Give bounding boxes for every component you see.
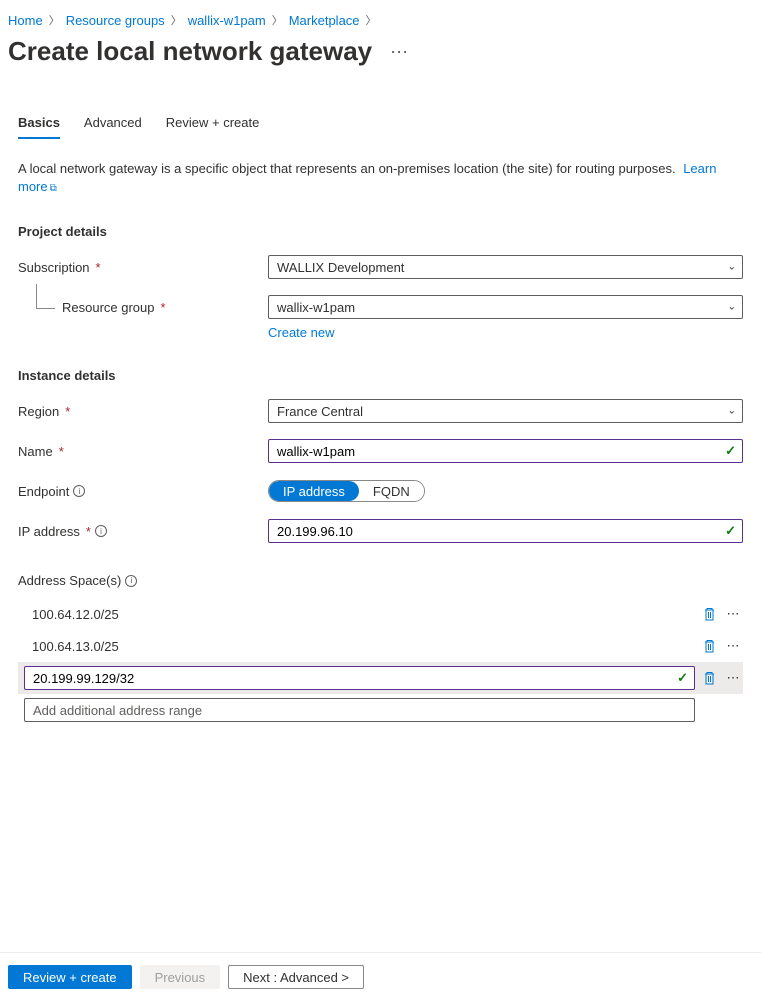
tab-review[interactable]: Review + create xyxy=(166,111,260,138)
address-space-row-editing: ✓ ⋯ xyxy=(18,662,743,694)
subscription-select[interactable]: WALLIX Development ⌄ xyxy=(268,255,743,279)
ip-address-input-wrap: ✓ xyxy=(268,519,743,543)
tab-basics[interactable]: Basics xyxy=(18,111,60,138)
breadcrumb-link[interactable]: Marketplace xyxy=(289,13,360,28)
previous-button: Previous xyxy=(140,965,221,989)
page-title: Create local network gateway xyxy=(8,36,372,67)
review-create-button[interactable]: Review + create xyxy=(8,965,132,989)
delete-icon[interactable] xyxy=(699,604,719,624)
next-button[interactable]: Next : Advanced > xyxy=(228,965,364,989)
ip-address-input[interactable] xyxy=(277,520,718,542)
info-icon[interactable]: i xyxy=(73,485,85,497)
endpoint-ip-option[interactable]: IP address xyxy=(269,481,359,501)
chevron-right-icon: 〉 xyxy=(171,12,182,28)
region-label: Region* xyxy=(18,404,268,419)
footer: Review + create Previous Next : Advanced… xyxy=(0,952,761,1001)
checkmark-icon: ✓ xyxy=(725,523,736,539)
resource-group-select[interactable]: wallix-w1pam ⌄ xyxy=(268,295,743,319)
more-icon[interactable]: ⋯ xyxy=(723,604,743,624)
address-space-add-input[interactable] xyxy=(31,702,688,719)
info-icon[interactable]: i xyxy=(95,525,107,537)
more-icon[interactable]: ⋯ xyxy=(723,668,743,688)
subscription-label: Subscription* xyxy=(18,260,268,275)
create-new-link[interactable]: Create new xyxy=(268,325,334,340)
resource-group-label: Resource group* xyxy=(18,300,268,315)
address-space-input-wrap: ✓ xyxy=(24,666,695,690)
chevron-down-icon: ⌄ xyxy=(728,262,736,273)
chevron-right-icon: 〉 xyxy=(49,12,60,28)
external-link-icon: ⧉ xyxy=(50,183,57,194)
chevron-right-icon: 〉 xyxy=(366,12,377,28)
name-input-wrap: ✓ xyxy=(268,439,743,463)
breadcrumb-link[interactable]: Home xyxy=(8,13,43,28)
address-space-value: 100.64.12.0/25 xyxy=(18,598,695,630)
checkmark-icon: ✓ xyxy=(677,670,688,686)
endpoint-label: Endpoint i xyxy=(18,484,268,499)
info-icon[interactable]: i xyxy=(125,575,137,587)
chevron-down-icon: ⌄ xyxy=(728,406,736,417)
intro-text: A local network gateway is a specific ob… xyxy=(18,160,743,196)
address-spaces-label: Address Space(s) i xyxy=(18,573,743,588)
checkmark-icon: ✓ xyxy=(725,443,736,459)
tabs: Basics Advanced Review + create xyxy=(0,67,761,138)
address-space-add-wrap xyxy=(24,698,695,722)
address-space-input[interactable] xyxy=(31,670,670,687)
section-instance-details: Instance details xyxy=(18,368,743,383)
more-icon[interactable]: ⋯ xyxy=(723,636,743,656)
address-space-value: 100.64.13.0/25 xyxy=(18,630,695,662)
tab-advanced[interactable]: Advanced xyxy=(84,111,142,138)
delete-icon[interactable] xyxy=(699,636,719,656)
section-project-details: Project details xyxy=(18,224,743,239)
endpoint-fqdn-option[interactable]: FQDN xyxy=(359,481,424,501)
breadcrumb-link[interactable]: Resource groups xyxy=(66,13,165,28)
address-space-row: 100.64.13.0/25 ⋯ xyxy=(18,630,743,662)
address-space-row: 100.64.12.0/25 ⋯ xyxy=(18,598,743,630)
chevron-down-icon: ⌄ xyxy=(728,302,736,313)
name-input[interactable] xyxy=(277,440,718,462)
address-space-row-add xyxy=(18,694,743,726)
endpoint-toggle: IP address FQDN xyxy=(268,480,425,502)
delete-icon[interactable] xyxy=(699,668,719,688)
more-actions-button[interactable]: ⋯ xyxy=(386,41,412,63)
chevron-right-icon: 〉 xyxy=(272,12,283,28)
ip-address-label: IP address* i xyxy=(18,524,268,539)
breadcrumb: Home 〉 Resource groups 〉 wallix-w1pam 〉 … xyxy=(0,0,761,32)
region-select[interactable]: France Central ⌄ xyxy=(268,399,743,423)
breadcrumb-link[interactable]: wallix-w1pam xyxy=(188,13,266,28)
name-label: Name* xyxy=(18,444,268,459)
